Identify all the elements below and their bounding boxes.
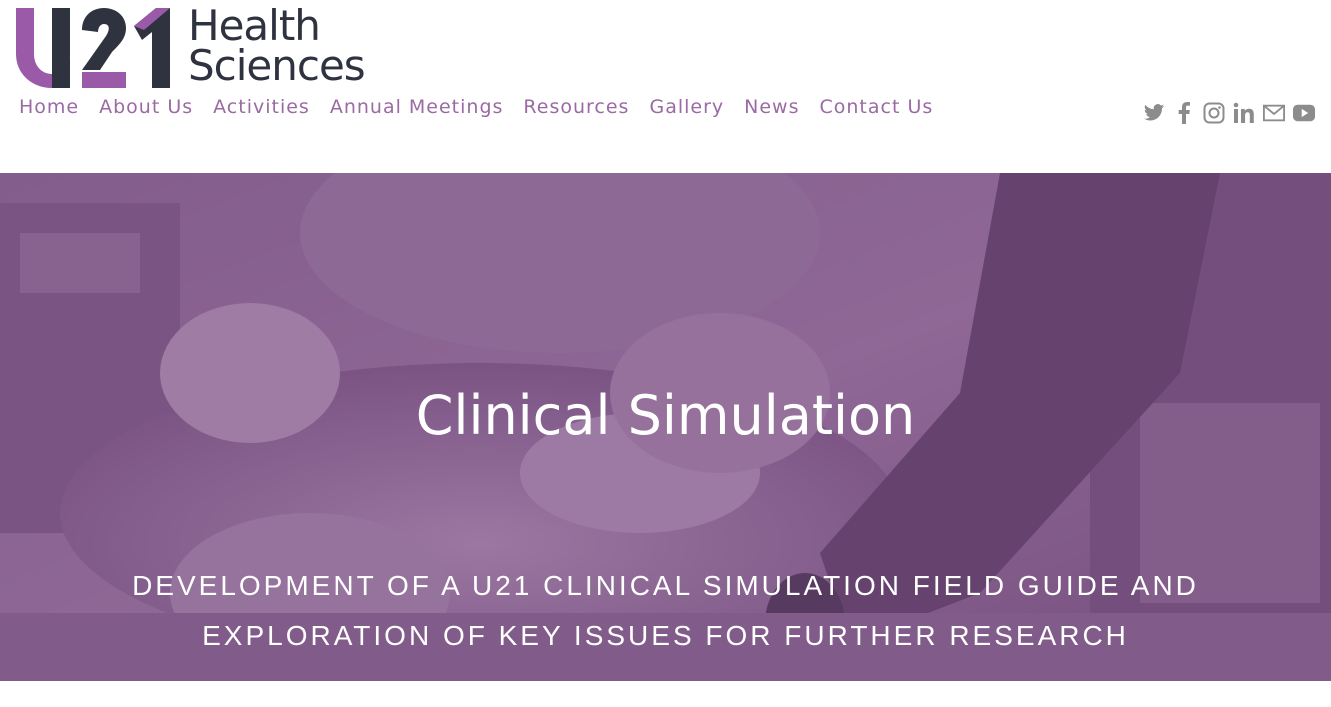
nav-news[interactable]: News <box>744 96 799 118</box>
nav-about-us[interactable]: About Us <box>99 96 193 118</box>
facebook-icon[interactable] <box>1173 102 1195 124</box>
youtube-icon[interactable] <box>1293 102 1315 124</box>
main-nav: Home About Us Activities Annual Meetings… <box>19 96 953 118</box>
linkedin-icon[interactable] <box>1233 102 1255 124</box>
email-icon[interactable] <box>1263 102 1285 124</box>
nav-contact-us[interactable]: Contact Us <box>819 96 933 118</box>
logo-line-sciences: Sciences <box>188 41 366 90</box>
nav-resources[interactable]: Resources <box>523 96 629 118</box>
hero-banner: Clinical Simulation Development of a U21… <box>0 173 1331 681</box>
logo-line-health: Health <box>188 1 321 50</box>
logo-wordmark: Health Sciences <box>188 1 366 90</box>
instagram-icon[interactable] <box>1203 102 1225 124</box>
nav-annual-meetings[interactable]: Annual Meetings <box>330 96 504 118</box>
u21-health-sciences-logo[interactable]: Health Sciences <box>14 4 384 90</box>
site-header: Health Sciences Home About Us Activities… <box>0 0 1331 173</box>
hero-subtitle: Development of a U21 Clinical Simulation… <box>132 570 1199 651</box>
nav-home[interactable]: Home <box>19 96 79 118</box>
twitter-icon[interactable] <box>1143 102 1165 124</box>
hero-title: Clinical Simulation <box>415 384 916 448</box>
social-links <box>1143 102 1315 124</box>
nav-gallery[interactable]: Gallery <box>649 96 724 118</box>
u21-logo-mark <box>16 8 170 88</box>
nav-activities[interactable]: Activities <box>213 96 310 118</box>
